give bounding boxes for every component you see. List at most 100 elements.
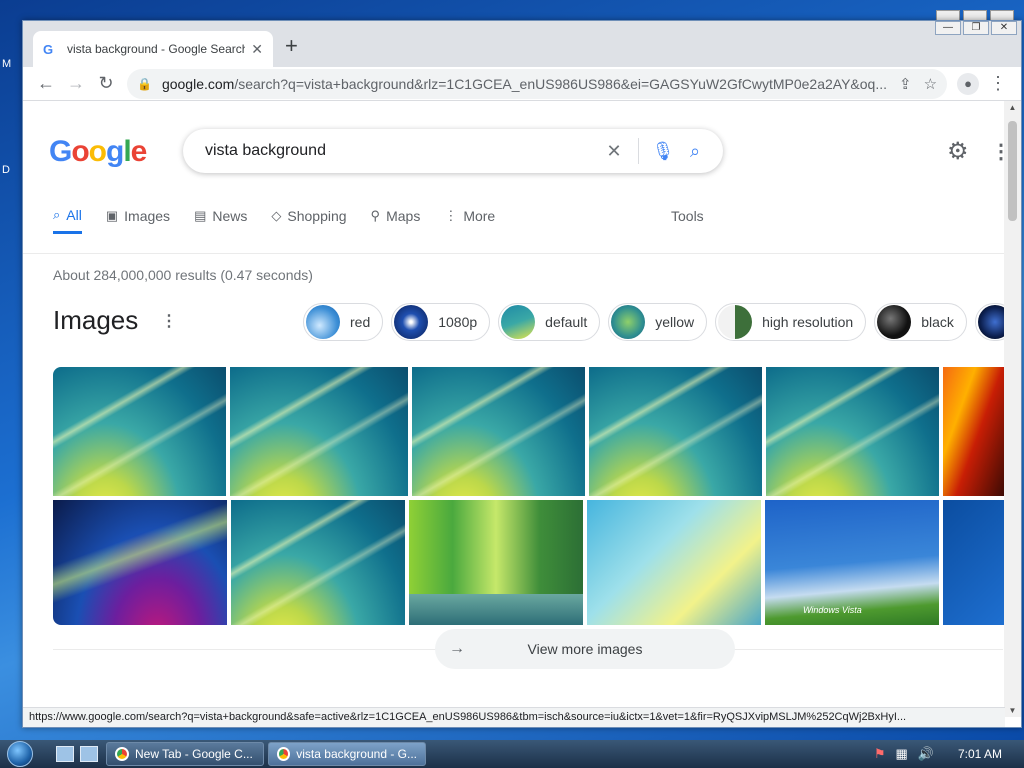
taskbar-item-new-tab[interactable]: New Tab - Google C...	[106, 742, 264, 766]
close-window-button[interactable]: ✕	[991, 21, 1017, 35]
new-tab-button[interactable]: +	[285, 35, 298, 57]
image-result[interactable]	[230, 367, 408, 496]
image-result[interactable]	[589, 367, 762, 496]
desktop-icon-label: M	[2, 58, 12, 70]
search-box[interactable]: vista background ✕ 🎙 ⌕	[183, 129, 723, 173]
microphone-icon[interactable]: 🎙	[647, 141, 679, 162]
window-controls: — ❐ ✕	[935, 21, 1017, 35]
show-desktop-icon[interactable]	[56, 746, 74, 762]
reload-button[interactable]: ↻	[91, 69, 121, 99]
chip-1080p[interactable]: 1080p	[391, 303, 491, 341]
search-input[interactable]: vista background	[205, 142, 598, 160]
url-host: google.com	[161, 75, 235, 92]
address-bar[interactable]: 🔒 google.com/search?q=vista+background&r…	[127, 68, 948, 99]
image-result[interactable]	[412, 367, 585, 496]
news-icon: ▤	[194, 208, 207, 223]
tab-all[interactable]: ⌕ All	[53, 201, 82, 234]
task-label: vista background - G...	[296, 747, 417, 761]
search-icon: ⌕	[53, 206, 61, 222]
image-result[interactable]	[53, 367, 226, 496]
link-status-bar: https://www.google.com/search?q=vista+ba…	[23, 707, 1005, 727]
tab-news[interactable]: ▤ News	[194, 201, 247, 231]
browser-window: G vista background - Google Search ✕ + —…	[22, 20, 1022, 728]
tab-close-icon[interactable]: ✕	[251, 41, 263, 58]
start-button[interactable]	[0, 740, 40, 768]
tag-icon: ◇	[271, 208, 282, 223]
clock[interactable]: 7:01 AM	[958, 747, 1002, 761]
tab-more[interactable]: ⋮ More	[444, 201, 495, 231]
maximize-button[interactable]: ❐	[963, 21, 989, 35]
clear-icon[interactable]: ✕	[598, 141, 630, 162]
image-result[interactable]	[943, 500, 1005, 625]
image-result[interactable]	[943, 367, 1005, 496]
chip-black[interactable]: black	[874, 303, 967, 341]
google-favicon-icon: G	[43, 41, 54, 57]
image-result[interactable]	[53, 500, 227, 625]
view-more-label: View more images	[527, 641, 643, 657]
tab-maps[interactable]: ⚲ Maps	[371, 201, 421, 231]
search-divider	[638, 138, 639, 164]
tab-shopping[interactable]: ◇ Shopping	[271, 201, 346, 231]
image-result[interactable]	[766, 367, 939, 496]
share-icon[interactable]: ⇪	[899, 75, 912, 93]
windows-vista-watermark: Windows Vista	[803, 605, 862, 615]
back-button[interactable]: ←	[31, 69, 61, 99]
forward-button[interactable]: →	[61, 69, 91, 99]
scroll-down-icon[interactable]: ▼	[1004, 706, 1021, 715]
chip-label: default	[545, 314, 588, 330]
tab-title: vista background - Google Search	[67, 42, 246, 56]
tab-label: Shopping	[287, 208, 347, 224]
tab-label: All	[66, 206, 82, 223]
chip-label: high resolution	[762, 314, 854, 330]
minimize-button[interactable]: —	[935, 21, 961, 35]
chip-default[interactable]: default	[498, 303, 601, 341]
tab-label: Images	[124, 208, 171, 224]
system-tray: ⚑ ▦ 🔊 7:01 AM	[874, 740, 1024, 768]
chip-high-resolution[interactable]: high resolution	[715, 303, 867, 341]
profile-button[interactable]: ●	[953, 69, 983, 99]
tab-label: News	[212, 208, 248, 224]
apps-menu-icon[interactable]: ⋮	[991, 139, 1005, 164]
chip-thumbnail	[501, 305, 536, 339]
settings-gear-icon[interactable]: ⚙	[947, 137, 969, 166]
chrome-icon	[115, 747, 129, 761]
chip-next[interactable]	[974, 303, 1005, 341]
image-result[interactable]	[231, 500, 405, 625]
switch-windows-icon[interactable]	[80, 746, 98, 762]
search-results-page: Google vista background ✕ 🎙 ⌕ ⚙ ⋮ ⌕ All ▣…	[23, 101, 1005, 727]
google-logo[interactable]: Google	[49, 135, 147, 169]
scroll-up-icon[interactable]: ▲	[1004, 103, 1021, 112]
chip-thumbnail	[977, 305, 1005, 339]
tab-strip: G vista background - Google Search ✕ + —…	[23, 21, 1021, 67]
chip-red[interactable]: red	[303, 303, 384, 341]
browser-toolbar: ← → ↻ 🔒 google.com/search?q=vista+backgr…	[23, 67, 1021, 101]
image-result[interactable]	[409, 500, 583, 625]
page-scrollbar[interactable]: ▲ ▼	[1004, 101, 1021, 717]
action-center-icon[interactable]: ⚑	[874, 746, 886, 762]
bookmark-star-icon[interactable]: ☆	[924, 75, 937, 93]
search-tabs: ⌕ All ▣ Images ▤ News ◇ Shopping ⚲ Maps ⋮ More	[53, 201, 519, 234]
image-result[interactable]	[587, 500, 761, 625]
desktop-icon-label: D	[2, 164, 10, 176]
search-icon[interactable]: ⌕	[679, 141, 711, 162]
chip-yellow[interactable]: yellow	[608, 303, 708, 341]
taskbar-item-search[interactable]: vista background - G...	[268, 742, 426, 766]
arrow-right-icon: →	[449, 640, 465, 657]
volume-icon[interactable]: 🔊	[918, 746, 934, 762]
chip-label: 1080p	[438, 314, 478, 330]
browser-menu-button[interactable]: ⋮	[983, 69, 1013, 99]
view-more-images-button[interactable]: → View more images	[435, 629, 735, 669]
chip-thumbnail	[394, 305, 429, 339]
tab-images[interactable]: ▣ Images	[106, 201, 170, 231]
chip-thumbnail	[306, 305, 340, 339]
image-result[interactable]: Windows Vista	[765, 500, 939, 625]
lock-icon[interactable]: 🔒	[137, 77, 152, 91]
chip-thumbnail	[611, 305, 646, 339]
scrollbar-thumb[interactable]	[1008, 121, 1017, 221]
network-icon[interactable]: ▦	[895, 746, 907, 762]
browser-tab-active[interactable]: G vista background - Google Search ✕	[33, 31, 273, 67]
task-label: New Tab - Google C...	[135, 747, 253, 761]
windows-orb-icon	[7, 741, 33, 767]
images-more-options-icon[interactable]: ⋮	[161, 311, 177, 331]
tools-button[interactable]: Tools	[671, 201, 704, 231]
